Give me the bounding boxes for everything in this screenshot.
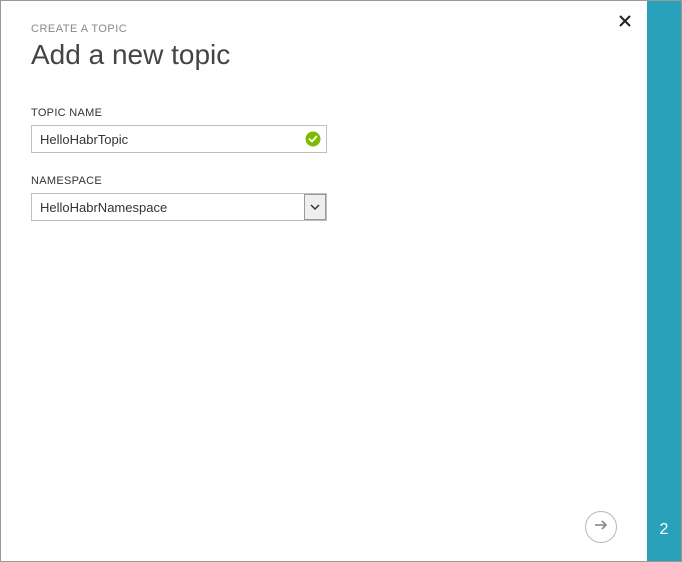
wizard-container: CREATE A TOPIC Add a new topic TOPIC NAM… [0,0,682,562]
checkmark-icon [305,131,321,147]
arrow-right-icon [593,517,609,538]
next-button[interactable] [585,511,617,543]
topic-name-group: TOPIC NAME [31,107,617,153]
namespace-select-wrap: HelloHabrNamespace [31,193,327,221]
topic-name-input[interactable] [31,125,327,153]
main-panel: CREATE A TOPIC Add a new topic TOPIC NAM… [1,1,647,561]
topic-name-input-wrap [31,125,327,153]
namespace-select[interactable]: HelloHabrNamespace [31,193,327,221]
breadcrumb: CREATE A TOPIC [31,23,617,35]
namespace-group: NAMESPACE HelloHabrNamespace [31,175,617,221]
step-panel: 2 [647,1,681,561]
footer [31,511,617,543]
close-button[interactable] [619,15,631,31]
namespace-label: NAMESPACE [31,175,617,187]
step-number: 2 [660,521,669,539]
topic-name-label: TOPIC NAME [31,107,617,119]
page-title: Add a new topic [31,39,617,71]
close-icon [619,14,631,31]
